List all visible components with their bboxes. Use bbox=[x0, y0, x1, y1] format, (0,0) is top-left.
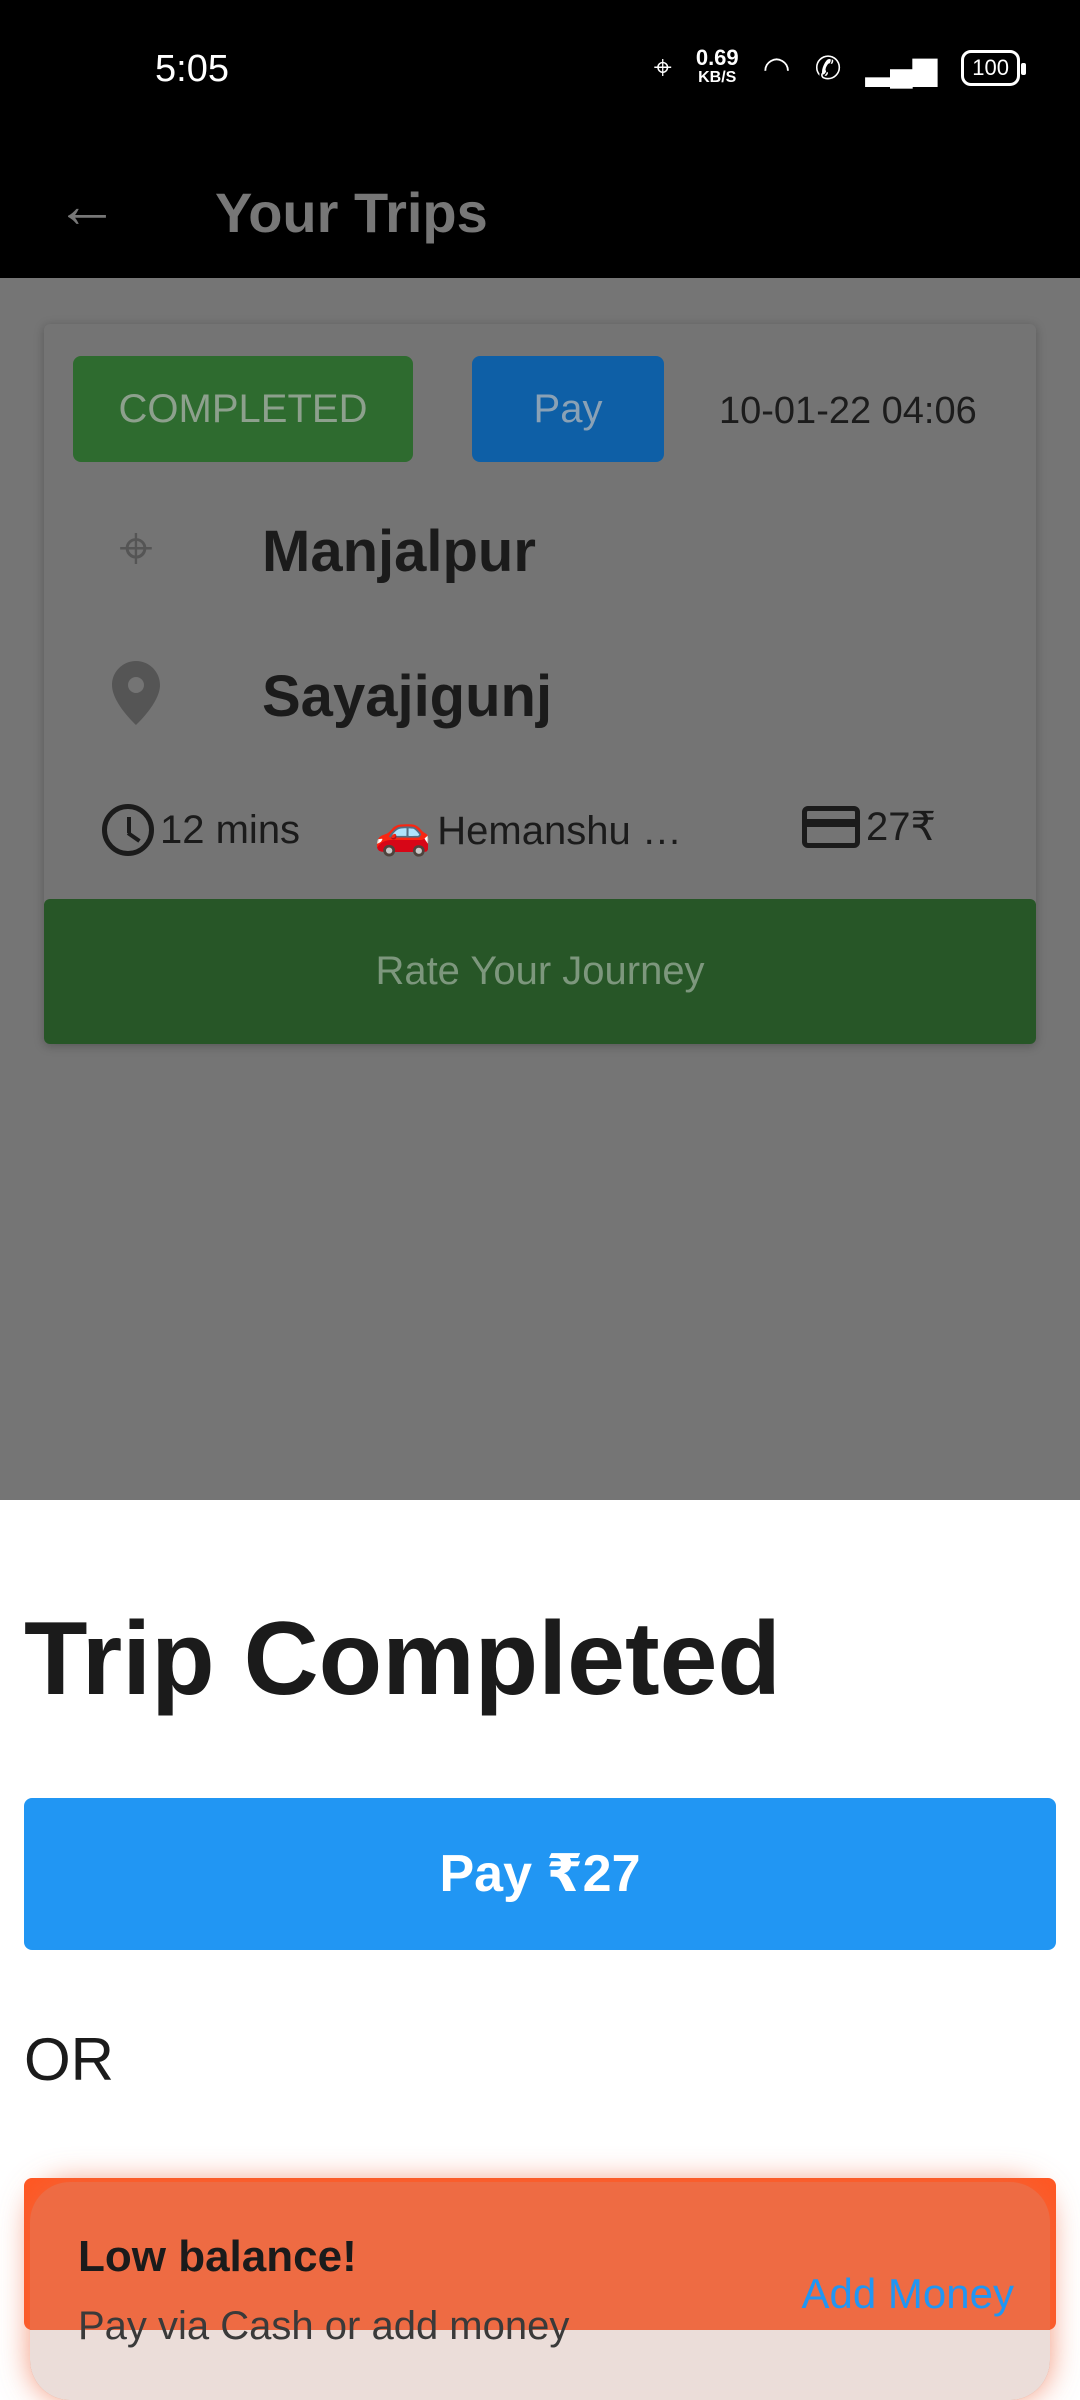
app-bar: ← Your Trips bbox=[0, 140, 1080, 278]
driver-name: Hemanshu … bbox=[437, 809, 682, 853]
battery-icon: 100 bbox=[961, 50, 1026, 86]
page-title: Your Trips bbox=[215, 181, 488, 244]
pay-amount-button[interactable]: Pay ₹27 bbox=[24, 1798, 1056, 1950]
arrow-left-icon[interactable]: ← bbox=[55, 170, 119, 240]
clock-icon bbox=[102, 804, 154, 856]
fare-text: 27₹ bbox=[866, 805, 936, 849]
rate-journey-button[interactable]: Rate Your Journey bbox=[44, 899, 1036, 1044]
crosshair-icon: ⌖ bbox=[119, 514, 153, 581]
sheet-heading: Trip Completed bbox=[24, 1601, 781, 1717]
pickup-name: Manjalpur bbox=[262, 519, 536, 584]
drop-name: Sayajigunj bbox=[262, 664, 553, 729]
location-icon: ⌖ bbox=[653, 49, 672, 85]
status-badge: COMPLETED bbox=[73, 356, 413, 462]
signal-icon: ▂▄▆ bbox=[865, 50, 938, 86]
toast-subtitle: Pay via Cash or add money bbox=[78, 2304, 570, 2348]
or-label: OR bbox=[24, 2026, 114, 2093]
credit-card-icon bbox=[802, 806, 860, 848]
trip-card: COMPLETED Pay 10-01-22 04:06 ⌖ Manjalpur… bbox=[44, 324, 1036, 1044]
low-balance-toast: Low balance! Pay via Cash or add money A… bbox=[30, 2182, 1050, 2400]
status-icons: ⌖ 0.69 KB/S ◠ ✆ ▂▄▆ 100 bbox=[653, 45, 1026, 88]
duration-text: 12 mins bbox=[160, 807, 301, 852]
bottom-sheet: Trip Completed Pay ₹27 OR Low balance! P… bbox=[0, 1500, 1080, 2400]
trip-meta: 12 mins 🚗 Hemanshu … 27₹ bbox=[44, 794, 1036, 884]
pay-button[interactable]: Pay bbox=[472, 356, 664, 462]
duration: 12 mins bbox=[102, 804, 300, 856]
net-speed-unit: KB/S bbox=[698, 69, 737, 86]
trip-datetime: 10-01-22 04:06 bbox=[719, 390, 977, 432]
add-money-button[interactable]: Add Money bbox=[802, 2270, 1014, 2318]
wifi-icon: ◠ bbox=[762, 50, 791, 86]
status-bar: 5:05 ⌖ 0.69 KB/S ◠ ✆ ▂▄▆ 100 bbox=[0, 0, 1080, 140]
map-pin-icon bbox=[96, 653, 176, 733]
car-icon: 🚗 bbox=[374, 805, 432, 857]
net-speed-value: 0.69 bbox=[695, 45, 739, 70]
fare: 27₹ bbox=[802, 804, 936, 850]
driver: 🚗 Hemanshu … bbox=[374, 804, 682, 859]
drop-location: Sayajigunj bbox=[44, 639, 1036, 759]
network-speed: 0.69 KB/S bbox=[695, 45, 739, 88]
wifi-call-icon: ✆ bbox=[814, 50, 842, 86]
toast-title: Low balance! bbox=[78, 2232, 357, 2281]
status-time: 5:05 bbox=[155, 48, 229, 90]
pickup-location: ⌖ Manjalpur bbox=[44, 494, 1036, 614]
